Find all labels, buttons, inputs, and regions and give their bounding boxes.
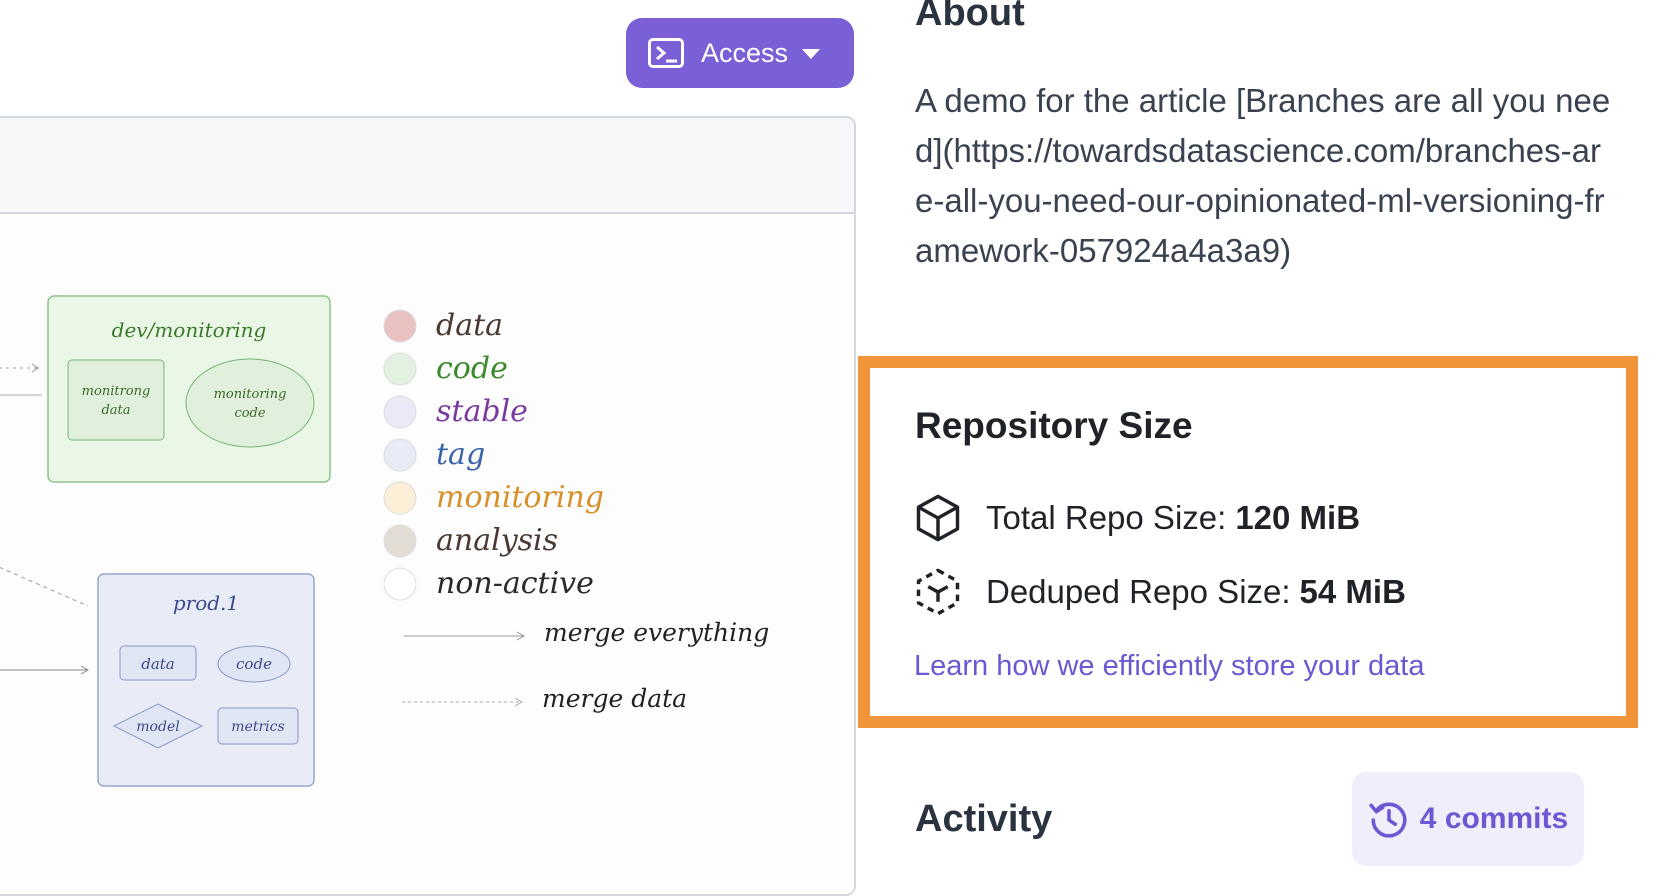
- branching-diagram: dev/monitoring monitrong data monitoring…: [0, 214, 854, 894]
- monitoring-data-line1: monitrong: [82, 384, 151, 399]
- monitoring-data-box: [67, 359, 165, 441]
- merge-data-label: merge data: [542, 684, 687, 713]
- legend-swatch-stable: [383, 395, 417, 429]
- legend-label-monitoring: monitoring: [436, 480, 604, 515]
- legend-swatch-analysis: [383, 524, 417, 558]
- readme-header: [0, 118, 854, 214]
- deduped-repo-size-label: Deduped Repo Size:: [986, 573, 1291, 610]
- repo-size-title: Repository Size: [915, 405, 1193, 446]
- monitoring-code-line1: monitoring: [214, 387, 287, 402]
- legend-swatch-monitoring: [383, 481, 417, 515]
- legend-swatch-data: [383, 309, 417, 343]
- readme-panel: dev/monitoring monitrong data monitoring…: [0, 116, 856, 896]
- storage-info-link[interactable]: Learn how we efficiently store your data: [914, 650, 1424, 683]
- commits-count: 4 commits: [1419, 802, 1569, 835]
- history-icon: [1369, 802, 1407, 838]
- access-button[interactable]: Access: [626, 18, 854, 88]
- monitoring-code-ellipse: [185, 358, 315, 448]
- activity-title: Activity: [915, 798, 1053, 840]
- legend-label-tag: tag: [436, 437, 485, 472]
- monitoring-data-line2: data: [101, 403, 130, 418]
- about-title: About: [915, 0, 1025, 34]
- legend-label-non-active: non-active: [436, 566, 594, 601]
- caret-down-icon: [802, 49, 821, 59]
- prod-metrics-label: metrics: [231, 719, 284, 735]
- prod-box-title: prod.1: [173, 591, 239, 615]
- about-description: A demo for the article [Branches are all…: [915, 82, 1611, 269]
- access-label: Access: [701, 37, 789, 68]
- terminal-icon: [648, 38, 684, 68]
- total-repo-size-label: Total Repo Size:: [986, 499, 1227, 536]
- total-repo-size-value: 120 MiB: [1235, 499, 1361, 536]
- dashed-cube-icon: [916, 568, 960, 616]
- total-repo-size-row: Total Repo Size: 120 MiB: [912, 492, 1360, 544]
- commits-button[interactable]: 4 commits: [1352, 772, 1584, 866]
- legend-label-code: code: [436, 351, 508, 386]
- legend-label-analysis: analysis: [436, 523, 558, 558]
- monitoring-code-line2: code: [234, 406, 265, 421]
- dev-monitoring-title: dev/monitoring: [112, 318, 267, 342]
- prod-code-label: code: [236, 655, 272, 673]
- cube-icon: [916, 494, 960, 542]
- legend-label-data: data: [436, 308, 503, 343]
- prod-model-label: model: [136, 719, 179, 735]
- merge-everything-label: merge everything: [544, 618, 769, 647]
- legend-swatch-code: [383, 352, 417, 386]
- deduped-repo-size-value: 54 MiB: [1299, 573, 1406, 610]
- prod-data-label: data: [141, 655, 175, 673]
- deduped-repo-size-row: Deduped Repo Size: 54 MiB: [912, 566, 1406, 618]
- legend-label-stable: stable: [436, 394, 528, 429]
- legend-swatch-tag: [383, 438, 417, 472]
- legend-swatch-non-active: [383, 567, 417, 601]
